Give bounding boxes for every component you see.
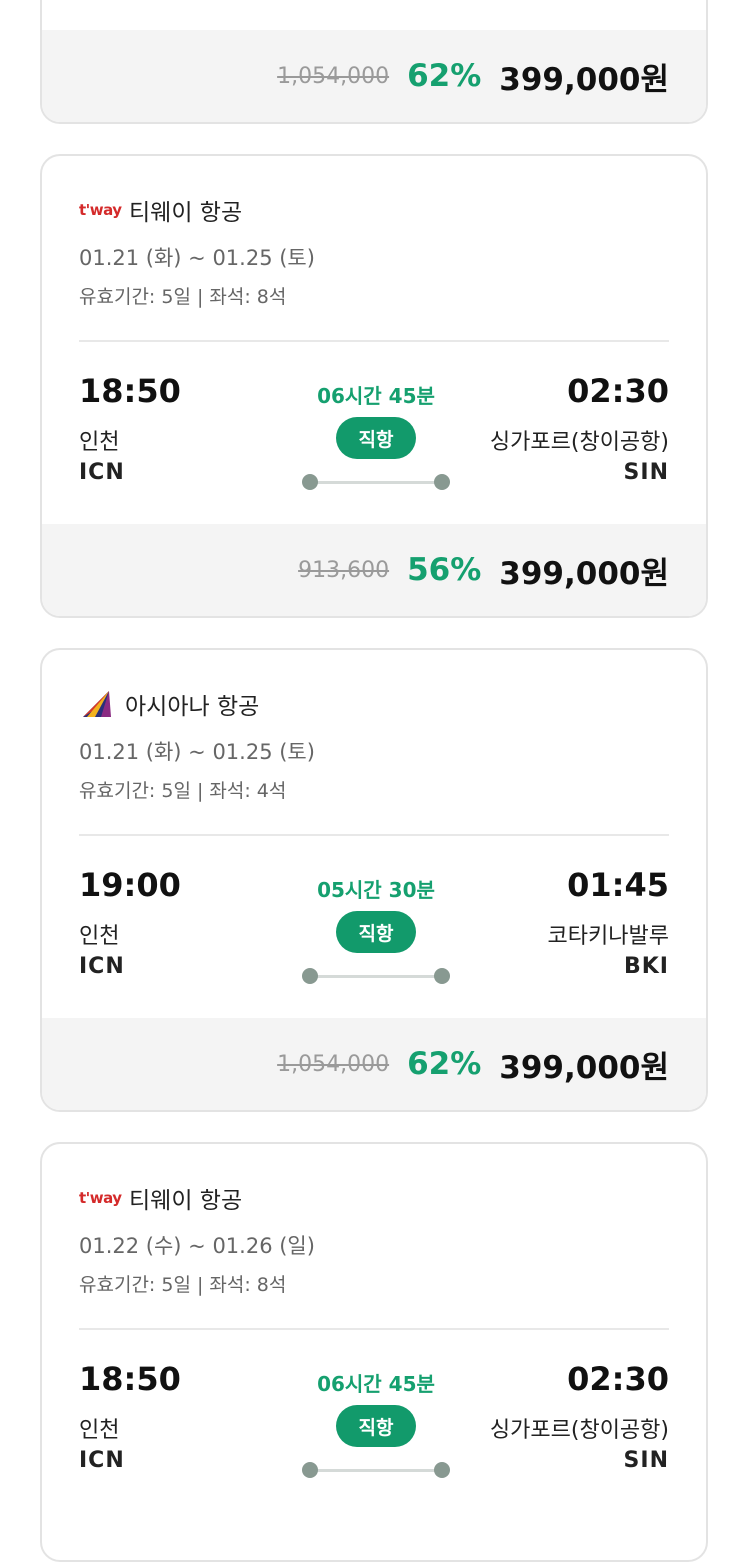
airline-info: t'way 티웨이 항공 xyxy=(79,194,242,226)
discount-rate: 62% xyxy=(407,1046,482,1082)
flight-card[interactable]: t'way 티웨이 항공 01.21 (화) ~ 01.25 (토) 유효기간:… xyxy=(40,154,708,618)
departure-code: ICN xyxy=(79,460,125,485)
flight-card[interactable]: t'way 티웨이 항공 01.22 (수) ~ 01.26 (일) 유효기간:… xyxy=(40,1142,708,1562)
route-end-dot xyxy=(434,1462,450,1478)
arrival-time: 02:30 xyxy=(567,372,669,410)
airline-name: 아시아나 항공 xyxy=(125,694,260,720)
validity-seats: 유효기간: 5일 | 좌석: 8석 xyxy=(79,1274,287,1296)
arrival-city: 코타키나발루 xyxy=(547,924,669,949)
route-line xyxy=(302,474,450,490)
route-line-track xyxy=(310,1469,442,1472)
tway-logo: t'way xyxy=(79,1189,122,1207)
final-price: 399,000원 xyxy=(499,61,669,98)
departure-city: 인천 xyxy=(79,430,120,455)
arrival-time: 02:30 xyxy=(567,1360,669,1398)
discount-rate: 62% xyxy=(407,58,482,94)
route-line-track xyxy=(310,975,442,978)
flight-card[interactable]: 아시아나 항공 01.21 (화) ~ 01.25 (토) 유효기간: 5일 |… xyxy=(40,648,708,1112)
price-bar: 913,600 56% 399,000원 xyxy=(42,524,706,616)
departure-code: ICN xyxy=(79,1448,125,1473)
arrival-code: BKI xyxy=(623,954,669,979)
price-bar: 1,054,000 62% 399,000원 xyxy=(42,1018,706,1110)
arrival-city: 싱가포르(창이공항) xyxy=(489,430,669,455)
airline-info: 아시아나 항공 xyxy=(79,688,259,720)
final-price: 399,000원 xyxy=(499,555,669,592)
divider xyxy=(79,340,669,342)
route-line-track xyxy=(310,481,442,484)
asiana-logo-icon xyxy=(83,691,111,717)
arrival-city: 싱가포르(창이공항) xyxy=(489,1418,669,1443)
route-start-dot xyxy=(302,968,318,984)
flight-card[interactable]: 1,054,000 62% 399,000원 xyxy=(40,0,708,124)
route-end-dot xyxy=(434,968,450,984)
arrival-code: SIN xyxy=(623,1448,669,1473)
direct-flight-badge: 직항 xyxy=(336,1405,416,1447)
arrival-code: SIN xyxy=(623,460,669,485)
route-start-dot xyxy=(302,474,318,490)
original-price: 913,600 xyxy=(298,557,390,583)
price-bar: 1,054,000 62% 399,000원 xyxy=(42,30,706,122)
tway-logo: t'way xyxy=(79,201,122,219)
route-line xyxy=(302,1462,450,1478)
airline-name: 티웨이 항공 xyxy=(129,1188,243,1214)
departure-code: ICN xyxy=(79,954,125,979)
route-end-dot xyxy=(434,474,450,490)
departure-city: 인천 xyxy=(79,924,120,949)
discount-rate: 56% xyxy=(407,552,482,588)
validity-seats: 유효기간: 5일 | 좌석: 4석 xyxy=(79,780,287,802)
airline-info: t'way 티웨이 항공 xyxy=(79,1182,242,1214)
validity-seats: 유효기간: 5일 | 좌석: 8석 xyxy=(79,286,287,308)
airline-name: 티웨이 항공 xyxy=(129,200,243,226)
original-price: 1,054,000 xyxy=(277,63,390,89)
divider xyxy=(79,834,669,836)
travel-dates: 01.21 (화) ~ 01.25 (토) xyxy=(79,740,315,764)
original-price: 1,054,000 xyxy=(277,1051,390,1077)
route-line xyxy=(302,968,450,984)
arrival-time: 01:45 xyxy=(567,866,669,904)
departure-city: 인천 xyxy=(79,1418,120,1443)
route-start-dot xyxy=(302,1462,318,1478)
direct-flight-badge: 직항 xyxy=(336,417,416,459)
travel-dates: 01.21 (화) ~ 01.25 (토) xyxy=(79,246,315,270)
travel-dates: 01.22 (수) ~ 01.26 (일) xyxy=(79,1234,315,1258)
direct-flight-badge: 직항 xyxy=(336,911,416,953)
final-price: 399,000원 xyxy=(499,1049,669,1086)
divider xyxy=(79,1328,669,1330)
